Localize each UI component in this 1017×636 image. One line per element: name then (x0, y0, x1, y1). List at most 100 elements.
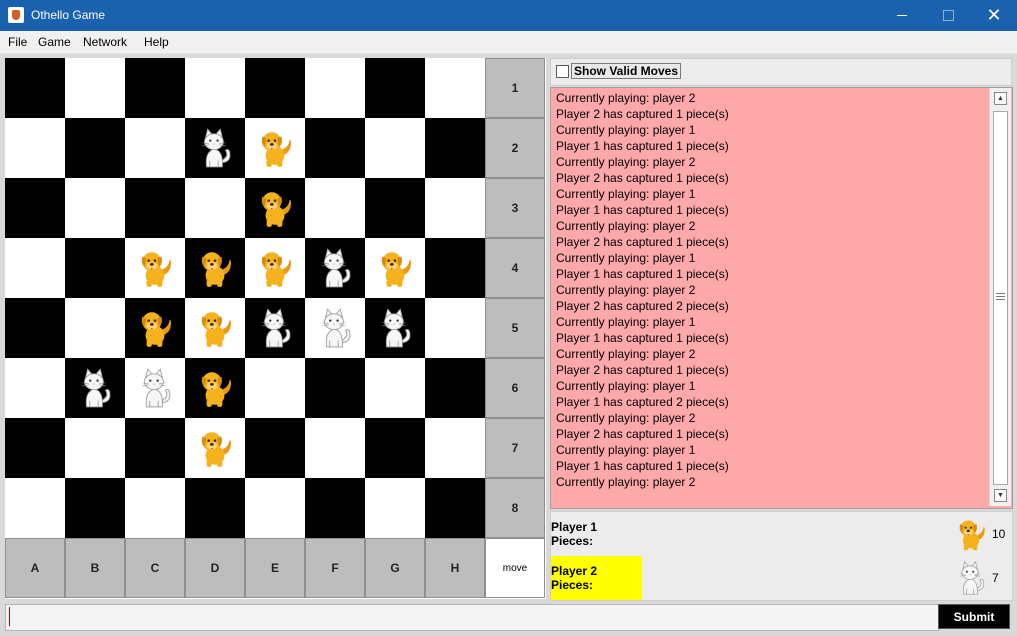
board-square[interactable] (5, 58, 65, 118)
board-square[interactable] (125, 478, 185, 538)
board-square[interactable] (245, 358, 305, 418)
board-square[interactable] (5, 178, 65, 238)
board-square[interactable] (305, 478, 365, 538)
board-square[interactable] (365, 178, 425, 238)
board-square[interactable] (5, 238, 65, 298)
board-square[interactable] (365, 478, 425, 538)
message-input[interactable] (5, 604, 939, 631)
board-square[interactable] (365, 418, 425, 478)
board-square[interactable] (245, 298, 305, 358)
board-square[interactable] (185, 298, 245, 358)
board-square[interactable] (365, 58, 425, 118)
dog-piece-icon (134, 307, 176, 349)
board-square[interactable] (365, 358, 425, 418)
scroll-grip-line (996, 299, 1005, 300)
board-square[interactable] (185, 118, 245, 178)
board-square[interactable] (185, 58, 245, 118)
board-square[interactable] (365, 238, 425, 298)
dog-piece-icon (254, 247, 296, 289)
menu-bar: File Game Network Help (0, 31, 1017, 54)
board-square[interactable] (125, 418, 185, 478)
board-square[interactable] (425, 118, 485, 178)
board-square[interactable] (305, 178, 365, 238)
board-square[interactable] (125, 238, 185, 298)
title-bar: Othello Game ✕ (0, 0, 1017, 31)
menu-file[interactable]: File (8, 35, 27, 49)
window-title: Othello Game (31, 8, 106, 22)
show-valid-moves-label[interactable]: Show Valid Moves (571, 63, 682, 79)
board-square[interactable] (425, 418, 485, 478)
board-square[interactable] (65, 298, 125, 358)
board-square[interactable] (245, 418, 305, 478)
board-square[interactable] (185, 358, 245, 418)
log-line: Currently playing: player 2 (556, 475, 696, 489)
log-line: Player 1 has captured 2 piece(s) (556, 395, 729, 409)
board-square[interactable] (125, 178, 185, 238)
board-square[interactable] (245, 478, 305, 538)
board-square[interactable] (65, 58, 125, 118)
submit-button[interactable]: Submit (938, 604, 1010, 629)
board-square[interactable] (185, 238, 245, 298)
cat-piece-icon (254, 307, 296, 349)
board-square[interactable] (5, 298, 65, 358)
board-square[interactable] (125, 298, 185, 358)
board-square[interactable] (65, 118, 125, 178)
board-square[interactable] (5, 358, 65, 418)
board-square[interactable] (305, 118, 365, 178)
board-square[interactable] (245, 238, 305, 298)
game-log-list: Currently playing: player 2 Player 2 has … (556, 90, 729, 490)
menu-help[interactable]: Help (144, 35, 169, 49)
scroll-up-icon[interactable]: ▲ (994, 92, 1007, 105)
board-square[interactable] (125, 58, 185, 118)
menu-network[interactable]: Network (83, 35, 127, 49)
menu-game[interactable]: Game (38, 35, 71, 49)
log-line: Currently playing: player 1 (556, 187, 696, 201)
board-square[interactable] (305, 58, 365, 118)
board-square[interactable] (305, 298, 365, 358)
board-square[interactable] (305, 418, 365, 478)
board-square[interactable] (305, 358, 365, 418)
board-square[interactable] (65, 178, 125, 238)
board-square[interactable] (5, 418, 65, 478)
player2-score-row: Player 2 Pieces: 7 (551, 556, 1012, 600)
maximize-button[interactable] (925, 0, 971, 31)
player1-score-row: Player 1 Pieces: 10 (551, 512, 1012, 556)
board-square[interactable] (425, 358, 485, 418)
board-square[interactable] (185, 418, 245, 478)
board-square[interactable] (5, 118, 65, 178)
board-square[interactable] (65, 238, 125, 298)
board-square[interactable] (65, 478, 125, 538)
board-square[interactable] (5, 478, 65, 538)
board-square[interactable] (425, 178, 485, 238)
board-square[interactable] (65, 418, 125, 478)
board-square[interactable] (425, 58, 485, 118)
board-square[interactable] (125, 358, 185, 418)
close-button[interactable]: ✕ (971, 0, 1017, 31)
board-square[interactable] (305, 238, 365, 298)
java-app-icon (8, 7, 24, 23)
dog-piece-icon (374, 247, 416, 289)
board-square[interactable] (185, 178, 245, 238)
log-line: Currently playing: player 2 (556, 411, 696, 425)
board-square[interactable] (65, 358, 125, 418)
board-square[interactable] (365, 298, 425, 358)
board-square[interactable] (425, 478, 485, 538)
board-square[interactable] (425, 298, 485, 358)
board-square[interactable] (245, 58, 305, 118)
scroll-grip-line (996, 293, 1005, 294)
scroll-thumb[interactable] (993, 111, 1008, 485)
board-square[interactable] (245, 178, 305, 238)
othello-board: 1 2 3 4 5 6 7 8 A B C D E F G Hmove (5, 58, 546, 599)
board-square[interactable] (185, 478, 245, 538)
board-square[interactable] (125, 118, 185, 178)
board-square[interactable] (365, 118, 425, 178)
show-valid-moves-checkbox[interactable] (556, 65, 569, 78)
minimize-button[interactable] (879, 0, 925, 31)
scroll-down-icon[interactable]: ▼ (994, 489, 1007, 502)
column-label: F (305, 538, 365, 598)
player1-pieces-label: Player 1 Pieces: (551, 520, 598, 548)
log-scrollbar[interactable]: ▲ ▼ (989, 88, 1011, 506)
board-square[interactable] (425, 238, 485, 298)
board-square[interactable] (245, 118, 305, 178)
log-line: Currently playing: player 1 (556, 379, 696, 393)
